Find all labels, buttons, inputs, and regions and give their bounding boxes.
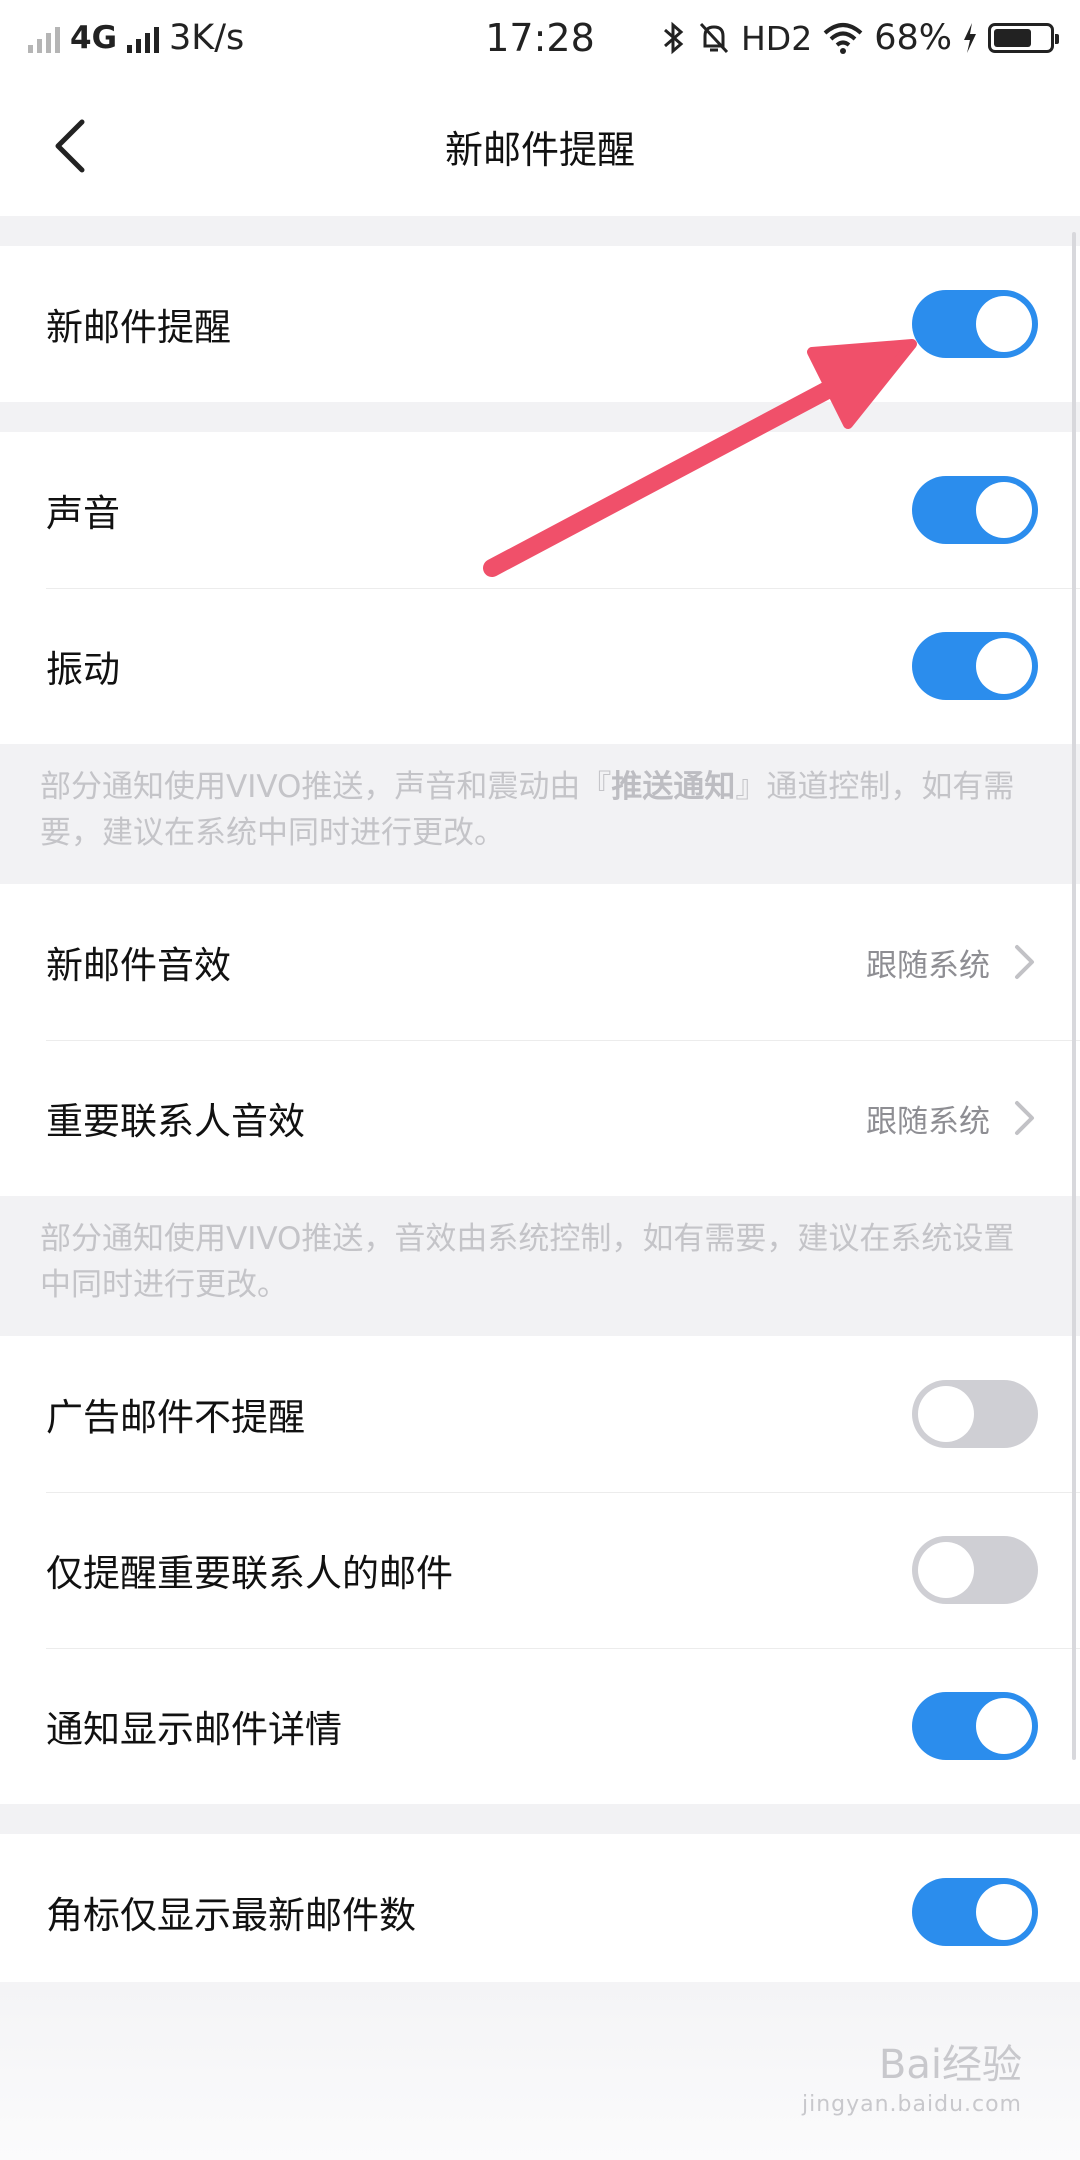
toggle-knob (918, 1386, 974, 1442)
section-gap (0, 216, 1080, 246)
status-bar: 4G 3K/s 17:28 HD2 68% (0, 0, 1080, 76)
section-gap (0, 402, 1080, 432)
status-left: 4G 3K/s (28, 18, 244, 58)
setting-label: 角标仅显示最新邮件数 (46, 1894, 416, 1937)
vip-only-toggle[interactable] (912, 1536, 1038, 1604)
push-note: 部分通知使用VIVO推送，声音和震动由『推送通知』通道控制，如有需要，建议在系统… (0, 744, 1080, 884)
toggle-knob (918, 1542, 974, 1598)
scrollbar[interactable] (1072, 232, 1076, 1760)
setting-label: 新邮件提醒 (46, 306, 231, 349)
toggle-knob (976, 1698, 1032, 1754)
section-sound-effects: 新邮件音效 跟随系统 重要联系人音效 跟随系统 (0, 884, 1080, 1196)
section-badge: 角标仅显示最新邮件数 (0, 1834, 1080, 1990)
setting-label: 声音 (46, 492, 120, 535)
sound-note: 部分通知使用VIVO推送，音效由系统控制，如有需要，建议在系统设置中同时进行更改… (0, 1196, 1080, 1336)
wifi-icon (823, 23, 863, 54)
setting-vibration[interactable]: 振动 (0, 588, 1080, 744)
setting-value: 跟随系统 (866, 1103, 990, 1140)
show-details-toggle[interactable] (912, 1692, 1038, 1760)
ad-mail-toggle[interactable] (912, 1380, 1038, 1448)
back-arrow-icon[interactable] (44, 116, 104, 176)
watermark-url: jingyan.baidu.com (801, 2092, 1022, 2117)
toggle-knob (976, 638, 1032, 694)
battery-icon (988, 23, 1059, 53)
toggle-knob (976, 296, 1032, 352)
bluetooth-icon (663, 21, 684, 55)
network-speed: 3K/s (169, 18, 245, 58)
status-right: HD2 68% (661, 18, 1059, 58)
setting-vip-sound[interactable]: 重要联系人音效 跟随系统 (0, 1040, 1080, 1196)
badge-latest-toggle[interactable] (912, 1878, 1038, 1946)
section-gap (0, 1804, 1080, 1834)
bell-muted-icon (699, 22, 729, 54)
toggle-knob (976, 1884, 1032, 1940)
signal-sim1-icon (28, 23, 60, 53)
sound-toggle[interactable] (912, 476, 1038, 544)
push-note-bold: 推送通知 (611, 769, 736, 805)
chevron-right-icon (1015, 1101, 1034, 1135)
setting-show-details[interactable]: 通知显示邮件详情 (0, 1648, 1080, 1804)
setting-new-mail-sound[interactable]: 新邮件音效 跟随系统 (0, 884, 1080, 1040)
setting-sound[interactable]: 声音 (0, 432, 1080, 588)
watermark-logo: Bai经验 jingyan.baidu.com (802, 2032, 1022, 2117)
setting-vip-only[interactable]: 仅提醒重要联系人的邮件 (0, 1492, 1080, 1648)
setting-value-wrap: 跟随系统 (866, 940, 1038, 985)
vibration-toggle[interactable] (912, 632, 1038, 700)
push-note-text-1: 部分通知使用VIVO推送，声音和震动由『 (40, 769, 612, 805)
setting-label: 重要联系人音效 (46, 1100, 305, 1143)
settings-list: 新邮件提醒 声音 振动 部分通知使用VIVO推送，声音和震动由『推送通知』通道控… (0, 216, 1080, 1990)
setting-label: 通知显示邮件详情 (46, 1708, 342, 1751)
battery-percent: 68% (874, 18, 952, 58)
setting-value-wrap: 跟随系统 (866, 1096, 1038, 1141)
chevron-right-icon (1015, 945, 1034, 979)
hd-indicator: HD2 (740, 18, 813, 58)
setting-value: 跟随系统 (866, 947, 990, 984)
section-sound-vibration: 声音 振动 (0, 432, 1080, 744)
setting-label: 新邮件音效 (46, 944, 231, 987)
page-title: 新邮件提醒 (444, 127, 635, 172)
signal-sim2-icon (127, 23, 160, 53)
title-bar: 新邮件提醒 (0, 76, 1080, 216)
setting-label: 振动 (46, 648, 120, 691)
battery-level (994, 29, 1031, 47)
network-type: 4G (70, 20, 118, 56)
watermark-brand: Bai经验 (878, 2042, 1022, 2088)
new-mail-alert-toggle[interactable] (912, 290, 1038, 358)
section-master: 新邮件提醒 (0, 246, 1080, 402)
setting-new-mail-alert[interactable]: 新邮件提醒 (0, 246, 1080, 402)
setting-label: 仅提醒重要联系人的邮件 (46, 1552, 453, 1595)
charging-icon (964, 23, 976, 53)
section-filters: 广告邮件不提醒 仅提醒重要联系人的邮件 通知显示邮件详情 (0, 1336, 1080, 1804)
setting-badge-latest[interactable]: 角标仅显示最新邮件数 (0, 1834, 1080, 1990)
setting-label: 广告邮件不提醒 (46, 1396, 305, 1439)
toggle-knob (976, 482, 1032, 538)
setting-ad-mail[interactable]: 广告邮件不提醒 (0, 1336, 1080, 1492)
